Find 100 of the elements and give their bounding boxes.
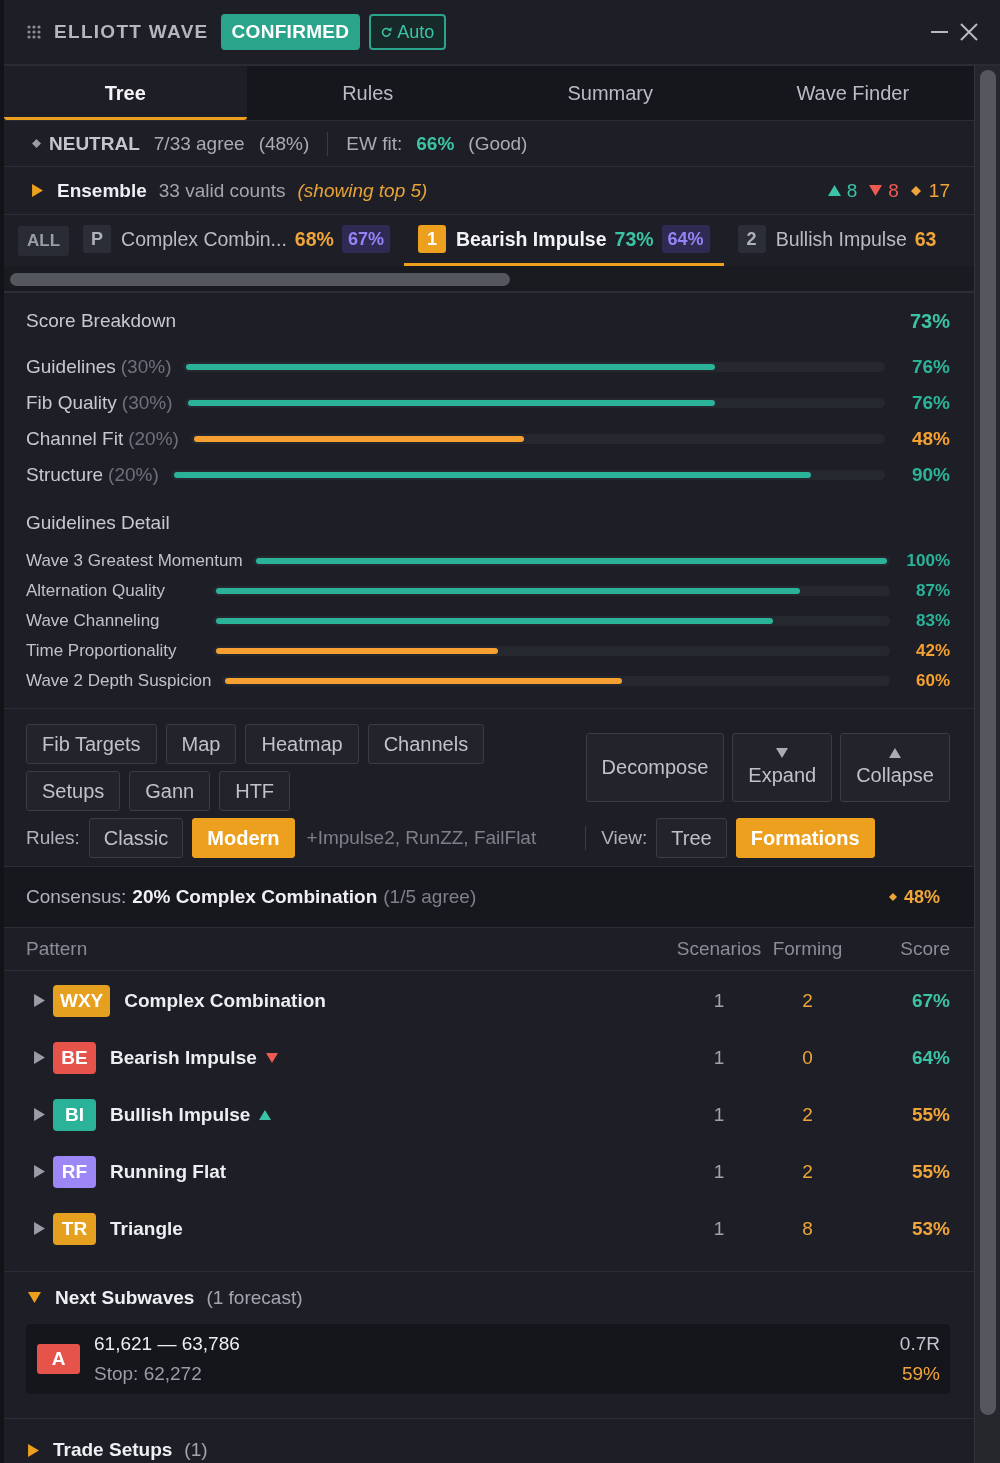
weight-label: (30%) [120,356,172,378]
table-cell-text: 53% [910,1217,950,1240]
table-cell-text: 55% [910,1103,950,1126]
guideline-label: Wave 2 Depth Suspicion [26,671,212,691]
refresh-icon [381,26,393,38]
table-cell-text: 8 [801,1217,814,1240]
tab[interactable]: Tree [4,66,247,120]
agreement-percent: (48%) [258,132,310,155]
caret-icon[interactable] [34,1108,45,1121]
table-cell-text: 2 [801,1103,814,1126]
guideline-label: Wave Channeling [26,611,161,631]
probability-percent: 59% [901,1363,940,1385]
guideline-label: Time Proportionality [26,641,178,661]
pattern-badge: RF [53,1155,96,1188]
pattern-badge: TR [53,1212,96,1245]
view-option-button[interactable]: Tree [656,818,727,858]
fit-percent: 66% [416,132,455,155]
view-label: View: [601,827,648,849]
score-label: Channel Fit [26,428,124,450]
action-button[interactable]: Expand [732,733,833,802]
table-cell-text: 1 [712,1217,726,1240]
score-percent: 73% [614,227,654,251]
tool-button[interactable]: Channels [367,724,485,764]
table-cell-text: 64% [910,1046,950,1069]
drag-handle-icon[interactable] [27,25,41,39]
pattern-name: Bullish Impulse [110,1103,251,1126]
scenario-tab[interactable]: P Complex Combin... 68% 67% [69,215,404,266]
tool-button[interactable]: Gann [129,771,211,811]
section-count: (1) [184,1439,208,1461]
scrollbar-thumb[interactable] [10,273,510,286]
price-range: 61,621 — 63,786 [94,1333,240,1355]
section-title: Guidelines Detail [26,512,170,534]
agreement-text: 7/33 agree [153,132,245,155]
down-triangle-icon [869,185,883,196]
scenario-tab[interactable]: 2 Bullish Impulse 63 [723,215,951,266]
tool-button[interactable]: Map [165,724,237,764]
section-title: Next Subwaves [55,1286,195,1309]
guideline-value: 87% [914,581,950,601]
consensus-note: (1/5 agree) [383,886,477,908]
score-value: 76% [910,392,950,414]
section-title: Trade Setups [53,1439,173,1461]
score-value: 48% [910,428,950,450]
tool-button[interactable]: Fib Targets [26,724,157,764]
note-text: (showing top 5) [297,179,428,202]
table-cell-text: 1 [712,989,726,1012]
column-header: Score [899,938,950,960]
diamond-icon [32,139,41,148]
guideline-value: 100% [905,551,950,571]
caret-icon[interactable] [28,1292,41,1303]
score-value: 90% [910,464,950,486]
action-button[interactable]: Decompose [585,733,725,802]
score-label: Structure [26,464,104,486]
tool-button[interactable]: HTF [219,771,291,811]
panel-title: ELLIOTT WAVE [54,21,209,43]
table-cell-text: 1 [712,1046,726,1069]
caret-icon[interactable] [34,994,45,1007]
score-percent: 63 [914,227,937,251]
pattern-name: Running Flat [110,1160,227,1183]
pattern-badge: BE [53,1041,96,1074]
caret-icon[interactable] [34,1222,45,1235]
caret-icon[interactable] [34,1165,45,1178]
fit-badge: 64% [661,225,710,253]
table-cell-text: 0 [801,1046,814,1069]
table-cell-text: 2 [801,1160,814,1183]
column-header: Scenarios [675,938,763,960]
pattern-name: Complex Combination [124,989,326,1012]
score-value: 76% [910,356,950,378]
rules-note: +Impulse2, RunZZ, FailFlat [306,827,537,849]
tool-button[interactable]: Setups [26,771,121,811]
rules-option-button[interactable]: Classic [88,818,184,858]
weight-label: (30%) [121,392,173,414]
section-count: (1 forecast) [206,1286,303,1309]
action-button[interactable]: Collapse [840,733,950,802]
auto-mode-button[interactable]: Auto [369,14,447,50]
caret-icon[interactable] [32,184,43,197]
caret-icon[interactable] [34,1051,45,1064]
all-filter-button[interactable]: ALL [18,225,70,256]
guideline-label: Alternation Quality [26,581,166,601]
guideline-value: 60% [914,671,950,691]
fit-badge: 67% [341,225,390,253]
caret-icon[interactable] [28,1443,39,1457]
diamond-icon [888,893,897,901]
close-icon[interactable] [960,23,978,41]
scrollbar-thumb[interactable] [980,70,996,1415]
weight-label: (20%) [108,464,159,486]
tally-count: 17 [928,179,950,202]
table-cell-text: 67% [910,989,950,1012]
section-title: Score Breakdown [26,310,176,332]
pattern-badge: WXY [53,984,111,1017]
rules-label: Rules: [26,827,80,849]
down-triangle-icon [776,748,789,758]
tab[interactable]: Wave Finder [731,66,974,120]
tool-button[interactable]: Heatmap [245,724,359,764]
table-cell-text: 1 [712,1160,726,1183]
tab[interactable]: Rules [246,66,489,120]
tab[interactable]: Summary [489,66,732,120]
guideline-value: 42% [914,641,950,661]
total-score: 73% [909,309,950,333]
column-header: Pattern [26,938,89,960]
diamond-icon [910,185,921,196]
